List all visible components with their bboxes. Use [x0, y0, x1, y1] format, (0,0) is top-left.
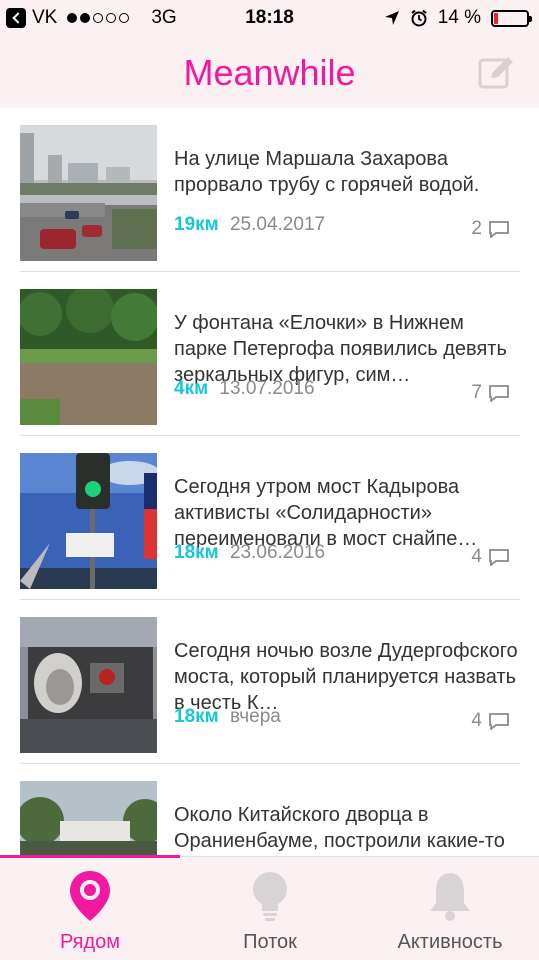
app-title: Meanwhile	[183, 52, 356, 93]
tab-stream[interactable]: Поток	[180, 857, 360, 960]
news-meta: 4км 13.07.2016	[174, 378, 315, 400]
comments-number: 4	[471, 546, 482, 567]
comments-number: 4	[471, 710, 482, 731]
status-right: 14 %	[384, 7, 532, 29]
feed-item[interactable]: Около Китайского дворца в Ораниенбауме, …	[20, 764, 520, 856]
nav-bar: Meanwhile	[0, 38, 539, 108]
comments-count[interactable]: 2	[471, 218, 510, 240]
location-arrow-icon	[384, 11, 399, 25]
status-bar: VK 3G 18:18 14 %	[0, 0, 539, 38]
battery-level	[494, 12, 498, 24]
comments-number: 7	[471, 382, 482, 403]
compose-icon[interactable]	[477, 54, 515, 92]
comments-count[interactable]: 4	[471, 546, 510, 568]
comment-bubble-icon	[489, 221, 509, 238]
news-date: 13.07.2016	[219, 378, 315, 399]
news-title: Сегодня утром мост Кадырова активисты «С…	[174, 476, 478, 550]
feed-item[interactable]: Сегодня ночью возле Дудергофского моста,…	[20, 600, 520, 764]
battery-icon	[491, 9, 532, 27]
news-thumbnail	[20, 289, 157, 425]
signal-dots-icon	[67, 13, 130, 23]
comments-count[interactable]: 4	[471, 710, 510, 732]
news-distance: 18км	[174, 542, 219, 563]
location-pin-icon	[70, 871, 110, 921]
tab-activity[interactable]: Активность	[360, 857, 539, 960]
feed-item[interactable]: На улице Маршала Захарова прорвало трубу…	[20, 108, 520, 272]
comment-bubble-icon	[489, 385, 509, 402]
news-distance: 18км	[174, 706, 219, 727]
comments-number: 2	[471, 218, 482, 239]
comment-bubble-icon	[489, 713, 509, 730]
news-title: Около Китайского дворца в Ораниенбауме, …	[174, 804, 505, 852]
battery-label: 14 %	[437, 7, 481, 28]
news-thumbnail	[20, 781, 157, 856]
bell-icon	[430, 873, 470, 921]
news-thumbnail	[20, 125, 157, 261]
news-meta: 18км вчера	[174, 706, 281, 728]
news-title: Сегодня ночью возле Дудергофского моста,…	[174, 640, 518, 714]
news-date: 25.04.2017	[229, 214, 326, 235]
news-thumbnail	[20, 617, 157, 753]
news-title: У фонтана «Елочки» в Нижнем парке Петерг…	[174, 312, 507, 386]
feed-item[interactable]: Сегодня утром мост Кадырова активисты «С…	[20, 436, 520, 600]
news-meta: 18км 23.06.2016	[174, 542, 325, 564]
tab-label: Рядом	[59, 931, 121, 953]
tab-label: Поток	[243, 931, 297, 953]
news-meta: 19км 25.04.2017	[174, 214, 325, 236]
feed-item[interactable]: У фонтана «Елочки» в Нижнем парке Петерг…	[20, 272, 520, 436]
tab-bar: Рядом Поток Активность	[0, 855, 539, 960]
back-to-app-icon[interactable]	[6, 8, 26, 28]
comments-count[interactable]: 7	[471, 382, 510, 404]
tab-nearby[interactable]: Рядом	[0, 857, 180, 960]
tab-label: Активность	[397, 931, 503, 953]
news-thumbnail	[20, 453, 157, 589]
news-distance: 4км	[174, 378, 209, 399]
lightbulb-icon	[253, 872, 287, 921]
carrier-label: VK	[32, 7, 58, 28]
comment-bubble-icon	[489, 549, 509, 566]
news-date: вчера	[229, 706, 281, 727]
alarm-clock-icon	[411, 9, 427, 27]
news-title: На улице Маршала Захарова прорвало трубу…	[174, 148, 480, 196]
network-label: 3G	[151, 7, 177, 28]
news-distance: 19км	[174, 214, 219, 235]
status-left: VK 3G	[6, 7, 177, 29]
news-date: 23.06.2016	[229, 542, 326, 563]
news-feed[interactable]: На улице Маршала Захарова прорвало трубу…	[0, 108, 539, 856]
